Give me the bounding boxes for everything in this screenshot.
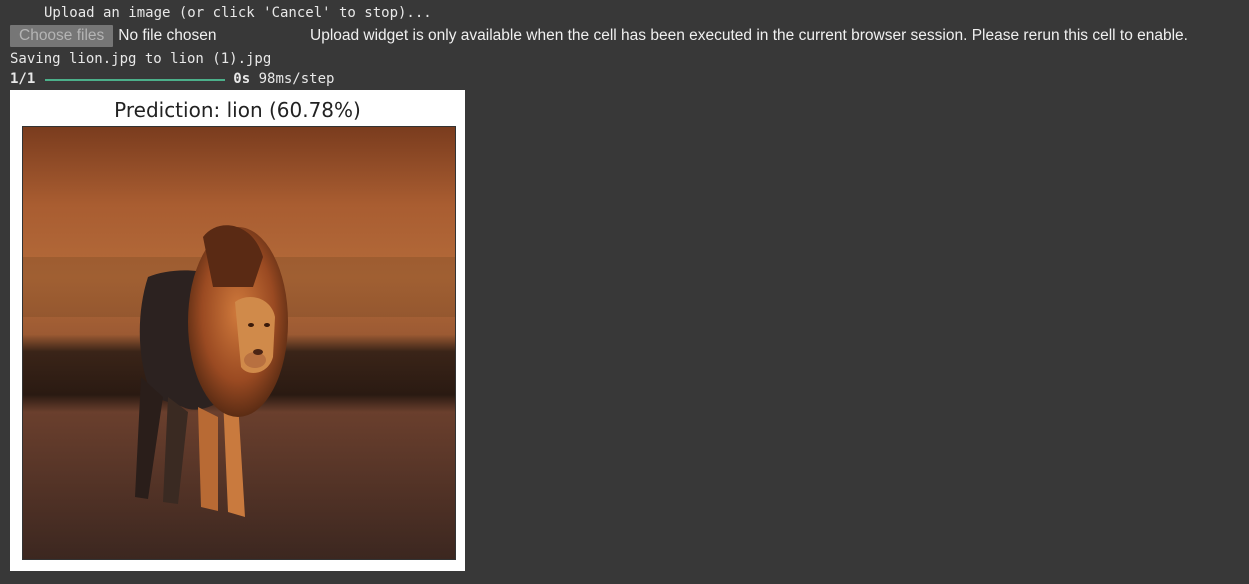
progress-line: 1/1 0s 98ms/step	[10, 69, 334, 89]
choose-files-button[interactable]: Choose files	[10, 25, 114, 47]
saving-status: Saving lion.jpg to lion (1).jpg	[10, 51, 272, 67]
elapsed-time: 0s	[233, 71, 251, 87]
prediction-title: Prediction: lion (60.78%)	[114, 98, 361, 122]
lion-image	[22, 126, 456, 560]
file-upload-widget: Choose files No file chosen Upload widge…	[10, 25, 1188, 47]
prediction-figure: Prediction: lion (60.78%)	[10, 90, 465, 571]
step-count: 1/1	[10, 71, 36, 87]
time-per-step: 98ms/step	[258, 71, 335, 87]
upload-widget-note: Upload widget is only available when the…	[310, 27, 1188, 44]
progress-bar	[45, 79, 226, 81]
no-file-chosen-label: No file chosen	[118, 27, 217, 44]
upload-prompt-line: Upload an image (or click 'Cancel' to st…	[10, 3, 432, 40]
upload-icon	[14, 5, 61, 40]
upload-prompt-text: Upload an image (or click 'Cancel' to st…	[44, 5, 432, 21]
